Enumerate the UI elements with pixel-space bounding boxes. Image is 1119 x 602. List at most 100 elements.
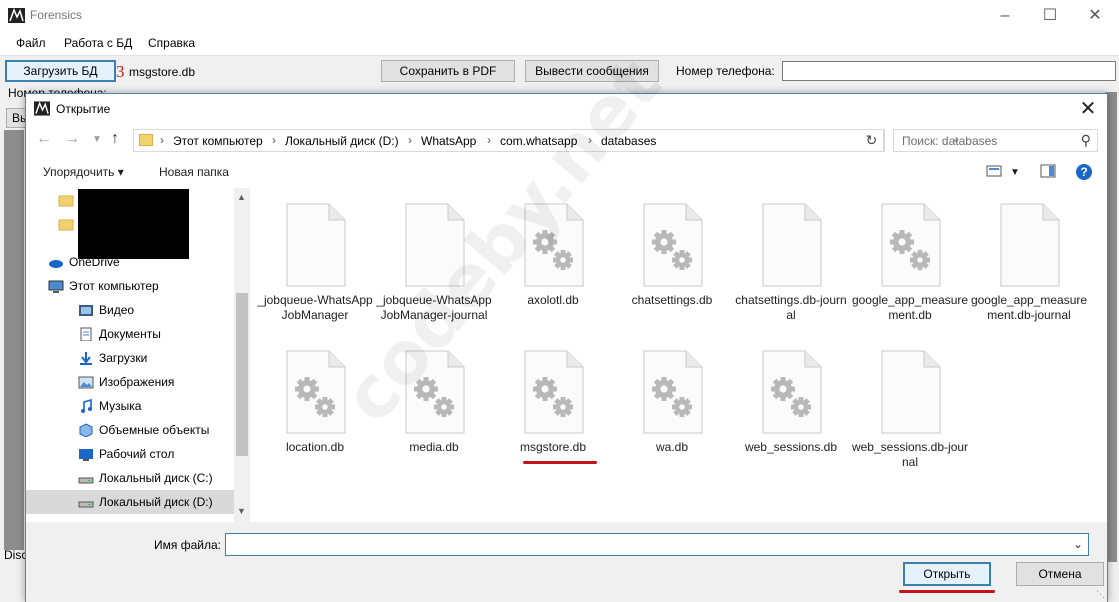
step-number-annotation: 3 bbox=[116, 62, 125, 81]
file-item[interactable]: chatsettings.db-journal bbox=[732, 188, 850, 328]
file-name: chatsettings.db-journal bbox=[735, 293, 847, 322]
bg-partial-label: Disc bbox=[4, 548, 28, 562]
search-icon: ⚲ bbox=[1080, 132, 1091, 148]
breadcrumb-separator-icon: › bbox=[408, 133, 412, 147]
load-db-button[interactable]: Загрузить БД bbox=[5, 60, 116, 82]
nav-item[interactable]: Рабочий стол bbox=[26, 442, 234, 466]
nav-item[interactable]: Видео bbox=[26, 298, 234, 322]
close-window-button[interactable]: ✕ bbox=[1072, 4, 1118, 28]
bg-panel bbox=[4, 130, 24, 550]
scroll-up-icon[interactable]: ▲ bbox=[237, 192, 246, 202]
search-input[interactable]: Поиск: databases ⚲ bbox=[893, 129, 1098, 152]
back-arrow-icon[interactable]: ← bbox=[36, 130, 52, 148]
file-name: google_app_measurement.db bbox=[851, 293, 969, 322]
organize-button[interactable]: Упорядочить ▾ bbox=[43, 165, 124, 179]
file-name: chatsettings.db bbox=[631, 293, 713, 307]
menubar: Файл Работа с БД Справка bbox=[0, 31, 1119, 55]
new-folder-button[interactable]: Новая папка bbox=[159, 165, 229, 179]
view-dropdown-icon[interactable]: ▼ bbox=[1010, 167, 1020, 178]
desktop-icon bbox=[79, 449, 93, 461]
file-name: web_sessions.db bbox=[744, 440, 838, 454]
app-title: Forensics bbox=[30, 8, 83, 22]
filename-input[interactable]: ⌄ bbox=[225, 533, 1089, 556]
phone-label: Номер телефона: bbox=[676, 64, 775, 78]
recent-dropdown-icon[interactable]: ▼ bbox=[92, 134, 102, 145]
blank-file-icon bbox=[1000, 203, 1060, 287]
gear-file-icon bbox=[643, 350, 703, 434]
app-titlebar: Forensics – ☐ ✕ bbox=[0, 0, 1119, 31]
nav-item-label: Видео bbox=[99, 303, 135, 317]
open-file-dialog: Открытие ✕ ← → ▼ ↑ › Этот компьютер › Ло… bbox=[25, 42, 1108, 602]
address-bar[interactable]: › Этот компьютер › Локальный диск (D:) ›… bbox=[133, 129, 960, 152]
nav-scrollbar[interactable]: ▲ ▼ bbox=[234, 188, 250, 522]
breadcrumb-separator-icon: › bbox=[487, 133, 491, 147]
pictures-icon bbox=[78, 376, 94, 389]
dialog-close-button[interactable]: ✕ bbox=[1075, 96, 1101, 122]
file-item[interactable]: chatsettings.db bbox=[613, 188, 731, 328]
resize-grip-icon[interactable]: ⋱ bbox=[1096, 589, 1105, 600]
video-icon bbox=[79, 305, 93, 316]
nav-item[interactable]: Документы bbox=[26, 322, 234, 346]
app-logo-icon bbox=[8, 8, 25, 23]
dialog-title: Открытие bbox=[56, 102, 111, 116]
up-arrow-icon[interactable]: ↑ bbox=[111, 130, 119, 148]
dialog-logo-icon bbox=[34, 101, 50, 116]
nav-item[interactable]: Музыка bbox=[26, 394, 234, 418]
phone-input[interactable] bbox=[782, 61, 1116, 81]
scroll-down-icon[interactable]: ▼ bbox=[237, 506, 246, 516]
menu-db[interactable]: Работа с БД bbox=[64, 36, 132, 50]
search-placeholder: Поиск: databases bbox=[902, 134, 998, 148]
drive-icon bbox=[78, 501, 94, 508]
chevron-down-icon[interactable]: ⌄ bbox=[1073, 537, 1083, 551]
filename-label: Имя файла: bbox=[154, 538, 221, 552]
preview-pane-icon[interactable] bbox=[1040, 164, 1056, 178]
cancel-button[interactable]: Отмена bbox=[1016, 562, 1104, 586]
nav-item[interactable]: Изображения bbox=[26, 370, 234, 394]
open-button[interactable]: Открыть bbox=[903, 562, 991, 586]
gear-file-icon bbox=[762, 350, 822, 434]
forward-arrow-icon[interactable]: → bbox=[64, 130, 80, 148]
file-item[interactable]: msgstore.db bbox=[494, 335, 612, 475]
menu-help[interactable]: Справка bbox=[148, 36, 195, 50]
refresh-icon[interactable]: ↻ bbox=[860, 129, 884, 152]
drive-icon bbox=[78, 477, 94, 484]
maximize-button[interactable]: ☐ bbox=[1027, 4, 1073, 28]
file-name: google_app_measurement.db-journal bbox=[970, 293, 1088, 322]
documents-icon bbox=[80, 327, 92, 341]
dialog-footer: Имя файла: ⌄ Открыть Отмена ⋱ bbox=[26, 522, 1107, 602]
menu-file[interactable]: Файл bbox=[16, 36, 46, 50]
gear-file-icon bbox=[881, 203, 941, 287]
nav-item[interactable]: Загрузки bbox=[26, 346, 234, 370]
gear-file-icon bbox=[524, 350, 584, 434]
nav-item[interactable]: Локальный диск (D:) bbox=[26, 490, 234, 514]
folder-icon bbox=[58, 219, 74, 231]
nav-item-label: Объемные объекты bbox=[99, 423, 210, 437]
file-item[interactable]: google_app_measurement.db-journal bbox=[970, 188, 1088, 328]
download-icon bbox=[80, 352, 92, 365]
breadcrumb-item[interactable]: WhatsApp bbox=[421, 134, 476, 148]
blank-file-icon bbox=[762, 203, 822, 287]
breadcrumb-item[interactable]: Локальный диск (D:) bbox=[285, 134, 399, 148]
file-name: axolotl.db bbox=[527, 293, 579, 307]
nav-item[interactable]: Локальный диск (C:) bbox=[26, 466, 234, 490]
computer-icon bbox=[48, 280, 64, 293]
nav-item[interactable]: Этот компьютер bbox=[26, 274, 234, 298]
file-item[interactable]: web_sessions.db bbox=[732, 335, 850, 475]
folder-icon bbox=[139, 134, 153, 146]
loaded-file-label: msgstore.db bbox=[129, 65, 196, 79]
view-options-icon[interactable] bbox=[986, 164, 1002, 178]
file-item[interactable]: web_sessions.db-journal bbox=[851, 335, 969, 475]
minimize-button[interactable]: – bbox=[982, 4, 1028, 28]
help-icon[interactable]: ? bbox=[1075, 163, 1093, 181]
save-pdf-button[interactable]: Сохранить в PDF bbox=[381, 60, 515, 82]
nav-scroll-thumb[interactable] bbox=[236, 293, 248, 456]
3d-objects-icon bbox=[79, 423, 93, 437]
blank-file-icon bbox=[881, 350, 941, 434]
nav-item[interactable]: Объемные объекты bbox=[26, 418, 234, 442]
breadcrumb-item[interactable]: Этот компьютер bbox=[173, 134, 263, 148]
file-item[interactable]: wa.db bbox=[613, 335, 731, 475]
file-item[interactable]: _jobqueue-WhatsAppJobManager bbox=[256, 188, 374, 328]
file-item[interactable]: google_app_measurement.db bbox=[851, 188, 969, 328]
blank-file-icon bbox=[286, 203, 346, 287]
file-name: wa.db bbox=[655, 440, 689, 454]
